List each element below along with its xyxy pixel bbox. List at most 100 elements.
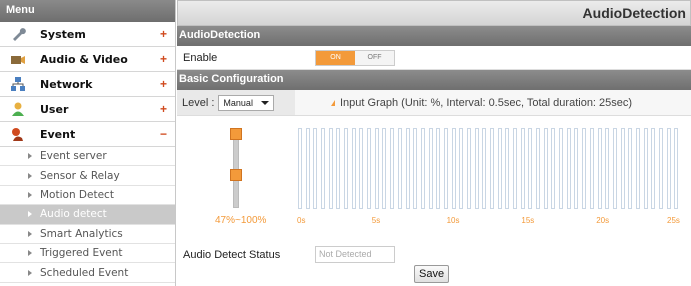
slider-lower-handle[interactable] (230, 169, 242, 181)
graph-bar (466, 128, 471, 209)
section-header-basic-configuration: Basic Configuration (177, 70, 691, 90)
caret-icon (28, 191, 32, 198)
slider-track[interactable] (233, 128, 239, 208)
sidebar-subitem-sensor-relay[interactable]: Sensor & Relay (0, 166, 175, 186)
graph-tick-label: 15s (521, 216, 535, 225)
enable-toggle[interactable]: ON OFF (315, 49, 395, 66)
graph-bar (413, 128, 418, 209)
menu-title: Menu (0, 0, 175, 22)
graph-bar (382, 128, 387, 209)
sidebar-item-network[interactable]: Network + (0, 72, 175, 97)
graph-bar (305, 128, 310, 209)
graph-bar (459, 128, 464, 209)
toggle-on[interactable]: ON (316, 50, 355, 65)
graph-bar (574, 128, 579, 209)
graph-bar (390, 128, 395, 209)
input-graph: 0s 5s 10s 15s 20s 25s (297, 128, 681, 228)
graph-bar (443, 128, 448, 209)
status-row: Audio Detect Status Not Detected (183, 246, 395, 263)
sidebar-item-label: System (40, 27, 86, 41)
graph-bar (474, 128, 479, 209)
graph-tick-label: 0s (297, 216, 306, 225)
caret-icon (28, 153, 32, 160)
caret-icon (28, 230, 32, 237)
graph-bar (635, 128, 640, 209)
graph-bar (451, 128, 456, 209)
sidebar-subitem-motion-detect[interactable]: Motion Detect (0, 186, 175, 206)
graph-bar (313, 128, 318, 209)
graph-tick-label: 25s (667, 216, 680, 225)
toggle-off[interactable]: OFF (355, 50, 394, 65)
caret-icon (28, 269, 32, 276)
sidebar-subitem-triggered-event[interactable]: Triggered Event (0, 244, 175, 264)
caret-icon (28, 250, 32, 257)
status-label: Audio Detect Status (183, 248, 281, 261)
sidebar: Menu System + Audio & Video + Network + … (0, 0, 176, 286)
save-button[interactable]: Save (414, 265, 450, 283)
graph-bar (497, 128, 502, 209)
section-header-audiodetection: AudioDetection (177, 26, 691, 46)
sidebar-item-audio-video[interactable]: Audio & Video + (0, 47, 175, 72)
graph-bar (344, 128, 349, 209)
sidebar-item-label: Audio & Video (40, 52, 128, 66)
graph-tick-label: 10s (446, 216, 460, 225)
graph-bar (559, 128, 564, 209)
graph-bar (351, 128, 356, 209)
graph-bar (328, 128, 333, 209)
expand-icon[interactable]: + (160, 52, 167, 66)
graph-header: Input Graph (Unit: %, Interval: 0.5sec, … (295, 90, 691, 115)
main-panel: AudioDetection AudioDetection Enable ON … (177, 0, 691, 286)
graph-bar (513, 128, 518, 209)
status-field: Not Detected (315, 246, 395, 263)
level-label: Level : (182, 96, 215, 109)
graph-bar (620, 128, 625, 209)
sidebar-subitem-smart-analytics[interactable]: Smart Analytics (0, 225, 175, 244)
graph-bar (428, 128, 433, 209)
enable-label: Enable (183, 51, 218, 64)
level-select[interactable]: Manual (218, 94, 275, 111)
expand-icon[interactable]: + (160, 77, 167, 91)
level-slider[interactable]: 47%~100% (177, 128, 295, 228)
expand-icon[interactable]: + (160, 27, 167, 41)
graph-bar (367, 128, 372, 209)
sidebar-item-system[interactable]: System + (0, 22, 175, 47)
camera-icon (10, 51, 26, 67)
graph-bar (490, 128, 494, 209)
graph-bar (321, 128, 326, 209)
triangle-marker-icon (331, 99, 335, 106)
sidebar-item-label: Event (40, 127, 76, 141)
slider-upper-handle[interactable] (230, 128, 242, 140)
sidebar-item-user[interactable]: User + (0, 97, 175, 122)
graph-bar (374, 128, 379, 209)
wrench-icon (10, 26, 26, 42)
sidebar-item-event[interactable]: Event − (0, 122, 175, 147)
graph-bar (582, 128, 587, 209)
sidebar-subitem-scheduled-event[interactable]: Scheduled Event (0, 263, 175, 283)
sidebar-item-label: Network (40, 77, 93, 91)
graph-bar (359, 128, 364, 209)
level-select-value: Manual (223, 97, 253, 108)
collapse-icon[interactable]: − (160, 127, 167, 141)
graph-bar (597, 128, 602, 209)
graph-label: Input Graph (Unit: %, Interval: 0.5sec, … (340, 96, 633, 109)
caret-icon (28, 172, 32, 179)
graph-bar (605, 128, 610, 209)
level-cell: Level : Manual (177, 90, 295, 115)
graph-bar (543, 128, 548, 209)
enable-row: Enable ON OFF (177, 46, 691, 70)
alarm-icon (10, 126, 26, 142)
graph-bar (336, 128, 341, 209)
graph-bar (536, 128, 541, 209)
sidebar-subitem-audio-detect[interactable]: Audio detect (0, 205, 175, 225)
graph-bar (674, 128, 679, 209)
sidebar-subitem-event-server[interactable]: Event server (0, 147, 175, 167)
config-bar: Level : Manual Input Graph (Unit: %, Int… (177, 90, 691, 116)
graph-tick-label: 5s (371, 216, 381, 225)
graph-tick-label: 20s (596, 216, 610, 225)
user-icon (10, 101, 26, 117)
expand-icon[interactable]: + (160, 102, 167, 116)
graph-bar (612, 128, 617, 209)
chevron-down-icon (261, 100, 270, 105)
slider-range-label: 47%~100% (215, 215, 267, 226)
sidebar-item-label: User (40, 102, 69, 116)
